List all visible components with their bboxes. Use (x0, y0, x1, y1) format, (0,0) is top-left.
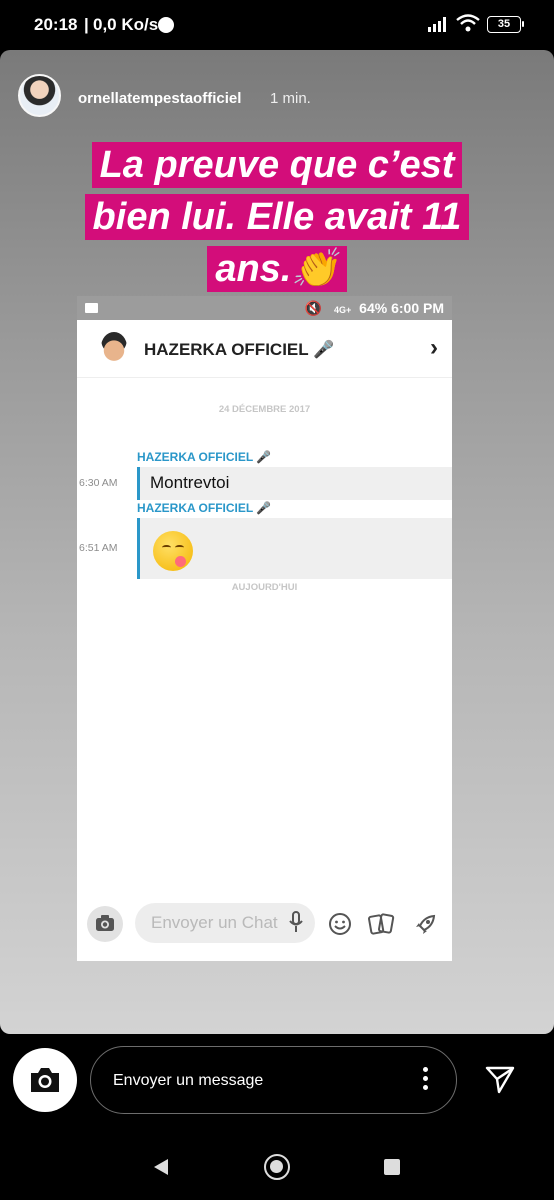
cards-icon (368, 913, 395, 935)
messenger-icon (158, 17, 174, 33)
camera-button (87, 906, 123, 942)
rocket-icon (416, 914, 436, 934)
camera-icon (31, 1068, 59, 1092)
story-progress-bar (8, 60, 546, 63)
recent-apps-icon[interactable] (384, 1159, 400, 1175)
embedded-network: 4G+ (334, 305, 352, 315)
microphone-icon (289, 911, 303, 932)
face-savoring-food-icon (153, 531, 193, 571)
story-username[interactable]: ornellatempestaofficiel (78, 90, 241, 107)
message-time: 6:51 AM (79, 542, 118, 554)
status-time: 20:18 (34, 15, 78, 34)
mute-icon: 🔇 (304, 300, 323, 316)
embedded-battery: 64% (359, 300, 388, 316)
message-bubble (137, 518, 452, 579)
back-icon[interactable] (152, 1158, 170, 1176)
home-icon[interactable] (264, 1154, 290, 1180)
today-separator: AUJOURD'HUI (231, 582, 298, 593)
chevron-right-icon: › (430, 334, 438, 361)
status-separator: | (84, 15, 89, 34)
story-frame[interactable]: ornellatempestaofficiel 1 min. La preuve… (0, 50, 554, 1034)
caption-line: ans.👏 (207, 246, 347, 292)
story-time-ago: 1 min. (270, 90, 311, 107)
chat-title: HAZERKA OFFICIEL 🎤 (144, 340, 335, 359)
embedded-chat-screenshot: 🔇 4G+ 64% 6:00 PM HAZERKA OFFICIEL 🎤 › 2… (77, 296, 452, 961)
folder-icon (85, 303, 98, 313)
message-input-placeholder: Envoyer un message (113, 1072, 264, 1089)
avatar[interactable] (18, 74, 61, 117)
more-options-icon[interactable] (423, 1067, 428, 1093)
battery-icon: 35 (487, 16, 524, 33)
camera-button[interactable] (13, 1048, 77, 1112)
camera-icon (96, 915, 114, 931)
embedded-time: 6:00 PM (391, 300, 444, 316)
caption-line: bien lui. Elle avait 11 (84, 194, 470, 240)
embedded-status-bar: 🔇 4G+ 64% 6:00 PM (77, 296, 452, 320)
message-sender: HAZERKA OFFICIEL 🎤 (137, 450, 272, 464)
message-sender: HAZERKA OFFICIEL 🎤 (137, 501, 272, 515)
bitmoji-avatar (101, 332, 127, 362)
send-icon[interactable] (484, 1063, 516, 1095)
status-bar: 20:18 | 0,0 Ko/s 35 (0, 0, 554, 50)
wifi-icon (456, 14, 480, 32)
message-text: Montrevtoi (150, 473, 230, 492)
caption-line: La preuve que c’est (91, 142, 463, 188)
chat-header: HAZERKA OFFICIEL 🎤 › (77, 320, 452, 378)
date-separator: 24 DÉCEMBRE 2017 (218, 404, 311, 415)
signal-icon (428, 17, 446, 32)
chat-input: Envoyer un Chat (135, 903, 315, 943)
message-time: 6:30 AM (79, 477, 118, 489)
smiley-icon (329, 913, 351, 935)
message-bubble: Montrevtoi (137, 467, 452, 500)
status-network-speed: 0,0 Ko/s (93, 15, 159, 34)
message-input[interactable]: Envoyer un message (90, 1046, 457, 1114)
story-caption: La preuve que c’est bien lui. Elle avait… (0, 142, 554, 298)
